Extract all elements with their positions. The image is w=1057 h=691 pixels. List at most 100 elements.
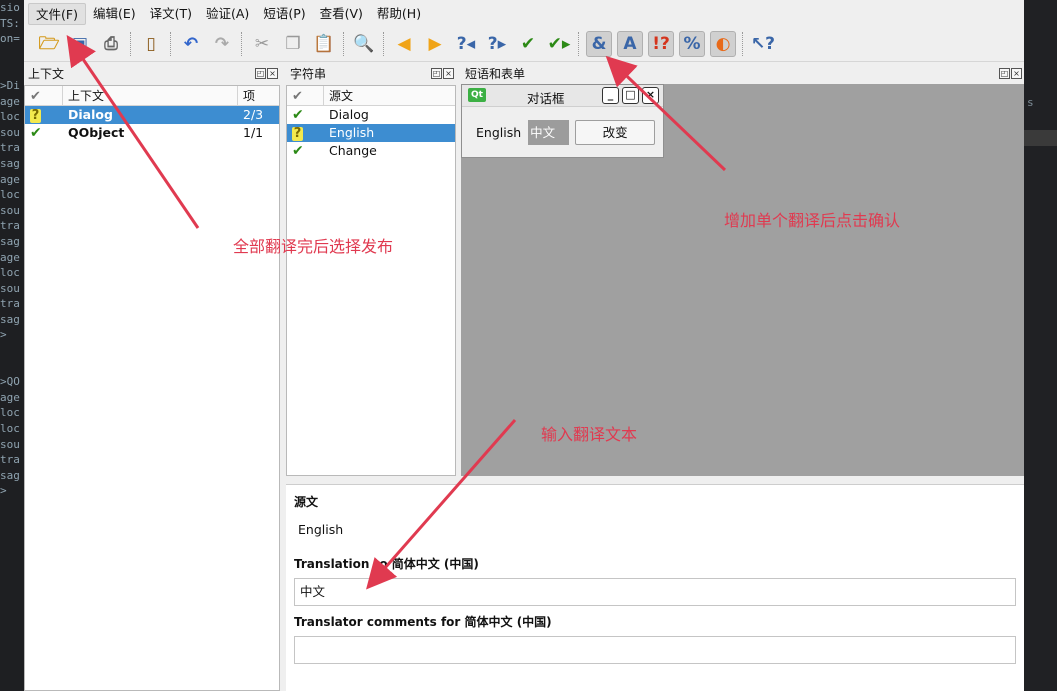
close-icon[interactable]: × [642, 87, 659, 104]
terminal-line: sou [0, 437, 20, 451]
string-row[interactable]: ✔ Change [287, 142, 455, 160]
terminal-line: loc [0, 110, 20, 124]
status-cell: ? [25, 106, 63, 124]
prev-icon[interactable]: ◀ [391, 31, 417, 57]
close-icon[interactable]: × [1011, 68, 1022, 79]
dialog-label: English [476, 125, 522, 140]
placemarker-check-icon[interactable]: % [679, 31, 705, 57]
print-icon[interactable]: ⎙ [98, 31, 124, 57]
strings-pane-header: 字符串 ◰ × [286, 65, 456, 83]
surrounding-whitespace-check-icon[interactable]: ◐ [710, 31, 736, 57]
terminal-line: tra [0, 453, 20, 467]
terminal-line: tra [0, 219, 20, 233]
minimize-icon[interactable]: _ [602, 87, 619, 104]
maximize-icon[interactable]: □ [622, 87, 639, 104]
menu-edit[interactable]: 编辑(E) [86, 3, 143, 25]
phrases-pane-title: 短语和表单 [465, 67, 526, 81]
paste-icon[interactable]: 📋 [311, 31, 337, 57]
context-pane-dock-buttons: ◰ × [254, 68, 278, 79]
close-icon[interactable]: × [267, 68, 278, 79]
open-icon[interactable]: 🗁 [36, 31, 62, 57]
dialog-field[interactable]: 中文 [528, 120, 570, 145]
toolbar-separator [742, 32, 744, 56]
done-and-next-icon[interactable]: ✔▸ [546, 31, 572, 57]
next-icon[interactable]: ▶ [422, 31, 448, 57]
background-terminal-right: s [1024, 0, 1057, 691]
change-button[interactable]: 改变 [575, 120, 656, 145]
cut-icon[interactable]: ✂ [249, 31, 275, 57]
redo-icon[interactable]: ↷ [209, 31, 235, 57]
copy-icon[interactable]: ❐ [280, 31, 306, 57]
status-cell: ? [287, 124, 324, 142]
terminal-line: sou [0, 125, 20, 139]
context-list-header: ✔ 上下文 项 [25, 86, 279, 106]
string-source: Change [329, 143, 377, 158]
accelerator-check-icon[interactable]: & [586, 31, 612, 57]
terminal-line: tra [0, 141, 20, 155]
strings-pane-dock-buttons: ◰ × [430, 68, 454, 79]
translation-label: Translation to 简体中文 (中国) [294, 557, 479, 571]
context-column-header[interactable]: 上下文 [63, 86, 238, 106]
translation-editor: 源文 English Translation to 简体中文 (中国) 中文 T… [286, 484, 1024, 691]
preview-dialog: Qt 对话框 _ □ × English 中文 改变 [461, 84, 664, 158]
close-icon[interactable]: × [443, 68, 454, 79]
items-column-header[interactable]: 项 [238, 86, 279, 106]
comments-field[interactable] [294, 636, 1016, 664]
context-pane-header: 上下文 ◰ × [24, 65, 280, 83]
menu-view[interactable]: 查看(V) [313, 3, 370, 25]
next-unfinished-icon[interactable]: ?▸ [484, 31, 510, 57]
translation-field[interactable]: 中文 [294, 578, 1016, 606]
done-icon[interactable]: ✔ [515, 31, 541, 57]
save-icon[interactable]: ▣ [67, 31, 93, 57]
phrase-check-icon[interactable]: !? [648, 31, 674, 57]
undo-icon[interactable]: ↶ [178, 31, 204, 57]
context-row[interactable]: ? Dialog 2/3 [25, 106, 279, 124]
check-icon: ✔ [292, 89, 303, 104]
screenshot: sio TS: on= >Di age loc sou tra sag age loc sou tra… [0, 0, 1057, 691]
context-name: Dialog [68, 107, 113, 122]
status-column-header[interactable]: ✔ [287, 86, 324, 106]
terminal-line: > [0, 328, 7, 342]
context-items: 1/1 [243, 125, 264, 140]
phrasebook-icon[interactable]: ▯ [138, 31, 164, 57]
menu-translation[interactable]: 译文(T) [143, 3, 199, 25]
status-column-header[interactable]: ✔ [25, 86, 63, 106]
terminal-line: age [0, 390, 20, 404]
float-icon[interactable]: ◰ [999, 68, 1010, 79]
string-row[interactable]: ? English [287, 124, 455, 142]
background-terminal: sio TS: on= >Di age loc sou tra sag age loc sou tra… [0, 0, 24, 691]
prev-unfinished-icon[interactable]: ?◂ [453, 31, 479, 57]
terminal-line: sag [0, 468, 20, 482]
string-source: Dialog [329, 107, 369, 122]
context-pane-title: 上下文 [28, 67, 65, 81]
menu-file[interactable]: 文件(F) [28, 2, 86, 25]
terminal-line: loc [0, 406, 20, 420]
terminal-line: age [0, 250, 20, 264]
menu-bar: 文件(F) 编辑(E) 译文(T) 验证(A) 短语(P) 查看(V) 帮助(H… [24, 0, 1024, 27]
check-icon: ✔ [292, 143, 304, 159]
strings-list-header: ✔ 源文 [287, 86, 455, 106]
float-icon[interactable]: ◰ [255, 68, 266, 79]
terminal-line: sou [0, 203, 20, 217]
context-row[interactable]: ✔ QObject 1/1 [25, 124, 279, 142]
menu-phrases[interactable]: 短语(P) [256, 3, 312, 25]
toolbar-separator [343, 32, 345, 56]
terminal-line: sag [0, 312, 20, 326]
find-icon[interactable]: 🔍 [351, 31, 377, 57]
menu-validation[interactable]: 验证(A) [199, 3, 256, 25]
toolbar-separator [130, 32, 132, 56]
status-cell: ✔ [287, 106, 324, 124]
terminal-line: >Di [0, 78, 20, 92]
qt-logo-icon: Qt [468, 88, 486, 102]
float-icon[interactable]: ◰ [431, 68, 442, 79]
whats-this-icon[interactable]: ↖? [750, 31, 776, 57]
menu-help[interactable]: 帮助(H) [370, 3, 428, 25]
string-row[interactable]: ✔ Dialog [287, 106, 455, 124]
terminal-line: sag [0, 234, 20, 248]
question-mark-icon: ? [30, 108, 41, 123]
punctuation-check-icon[interactable]: A [617, 31, 643, 57]
form-preview-area: Qt 对话框 _ □ × English 中文 改变 [461, 84, 1024, 476]
source-column-header[interactable]: 源文 [324, 86, 455, 106]
context-items: 2/3 [243, 107, 264, 122]
annotation-confirm: 增加单个翻译后点击确认 [724, 211, 901, 230]
